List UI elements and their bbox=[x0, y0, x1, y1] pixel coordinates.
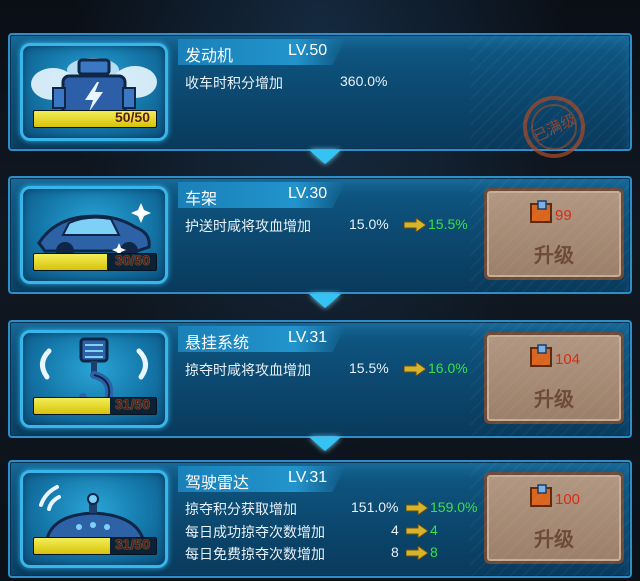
stat-current: 4 bbox=[391, 522, 399, 538]
stat-next: 8 bbox=[430, 544, 438, 560]
upgrade-cost: 100 bbox=[555, 491, 581, 508]
progress-bar: 30/50 bbox=[33, 253, 157, 271]
arrow-right-icon bbox=[404, 362, 426, 376]
connector-arrow bbox=[309, 150, 341, 164]
item-name: 悬挂系统 bbox=[185, 335, 250, 352]
progress-text: 30/50 bbox=[114, 253, 150, 268]
arrow-right-icon bbox=[406, 501, 428, 515]
upgrade-panel-radar: 31/50 驾驶雷达 LV.31 掠夺积分获取增加 151.0% 159.0% … bbox=[8, 460, 632, 578]
upgrade-label: 升级 bbox=[534, 245, 574, 267]
progress-text: 31/50 bbox=[114, 537, 150, 552]
upgrade-panel-suspension: 31/50 悬挂系统 LV.31 掠夺时咸将攻血增加 15.5% 16.0% 1… bbox=[8, 320, 632, 438]
connector-arrow bbox=[309, 437, 341, 451]
upgrade-panel-car-frame: 30/50 车架 LV.30 护送时咸将攻血增加 15.0% 15.5% 99 … bbox=[8, 176, 632, 294]
crate-icon bbox=[530, 344, 552, 367]
stat-label: 收车时积分增加 bbox=[185, 75, 283, 91]
upgrade-label: 升级 bbox=[534, 529, 574, 551]
stat-next: 4 bbox=[430, 522, 438, 538]
stat-next: 159.0% bbox=[430, 499, 478, 515]
stat-current: 15.5% bbox=[349, 360, 389, 376]
stat-current: 151.0% bbox=[351, 499, 399, 515]
upgrade-panel-engine: 50/50 发动机 LV.50 收车时积分增加 360.0% 已满级 bbox=[8, 33, 632, 158]
arrow-right-icon bbox=[404, 218, 426, 232]
progress-bar: 50/50 bbox=[33, 110, 157, 128]
item-level: LV.50 bbox=[288, 42, 328, 59]
upgrade-button[interactable]: 100 升级 bbox=[484, 472, 624, 564]
stat-current: 15.0% bbox=[349, 216, 389, 232]
crate-icon bbox=[530, 484, 552, 507]
upgrade-cost: 99 bbox=[555, 207, 572, 224]
stat-current: 8 bbox=[391, 544, 399, 560]
item-level: LV.31 bbox=[288, 469, 328, 486]
radar-icon-frame[interactable]: 31/50 bbox=[20, 470, 168, 568]
stat-current: 360.0% bbox=[340, 73, 388, 89]
maxed-stamp: 已满级 bbox=[523, 96, 585, 158]
connector-arrow bbox=[309, 294, 341, 308]
stat-next: 16.0% bbox=[428, 360, 468, 376]
stat-label: 护送时咸将攻血增加 bbox=[185, 218, 311, 234]
car-frame-icon-frame[interactable]: 30/50 bbox=[20, 186, 168, 284]
arrow-right-icon bbox=[406, 546, 428, 560]
arrow-right-icon bbox=[406, 524, 428, 538]
progress-bar: 31/50 bbox=[33, 397, 157, 415]
stat-next: 15.5% bbox=[428, 216, 468, 232]
stat-label: 每日成功掠夺次数增加 bbox=[185, 524, 325, 540]
crate-icon bbox=[530, 200, 552, 223]
progress-text: 31/50 bbox=[114, 397, 150, 412]
progress-bar: 31/50 bbox=[33, 537, 157, 555]
stat-label: 掠夺时咸将攻血增加 bbox=[185, 362, 311, 378]
engine-icon-frame[interactable]: 50/50 bbox=[20, 43, 168, 141]
item-name: 驾驶雷达 bbox=[185, 475, 250, 492]
upgrade-button[interactable]: 104 升级 bbox=[484, 332, 624, 424]
item-level: LV.30 bbox=[288, 185, 328, 202]
stat-label: 掠夺积分获取增加 bbox=[185, 501, 297, 517]
item-name: 发动机 bbox=[185, 48, 234, 65]
upgrade-button[interactable]: 99 升级 bbox=[484, 188, 624, 280]
upgrade-label: 升级 bbox=[534, 389, 574, 411]
item-level: LV.31 bbox=[288, 329, 328, 346]
progress-fill bbox=[34, 398, 110, 414]
stat-label: 每日免费掠夺次数增加 bbox=[185, 546, 325, 562]
suspension-icon-frame[interactable]: 31/50 bbox=[20, 330, 168, 428]
progress-fill bbox=[34, 254, 108, 270]
item-name: 车架 bbox=[185, 191, 218, 208]
progress-text: 50/50 bbox=[114, 110, 150, 125]
progress-fill bbox=[34, 538, 110, 554]
upgrade-cost: 104 bbox=[555, 351, 581, 368]
